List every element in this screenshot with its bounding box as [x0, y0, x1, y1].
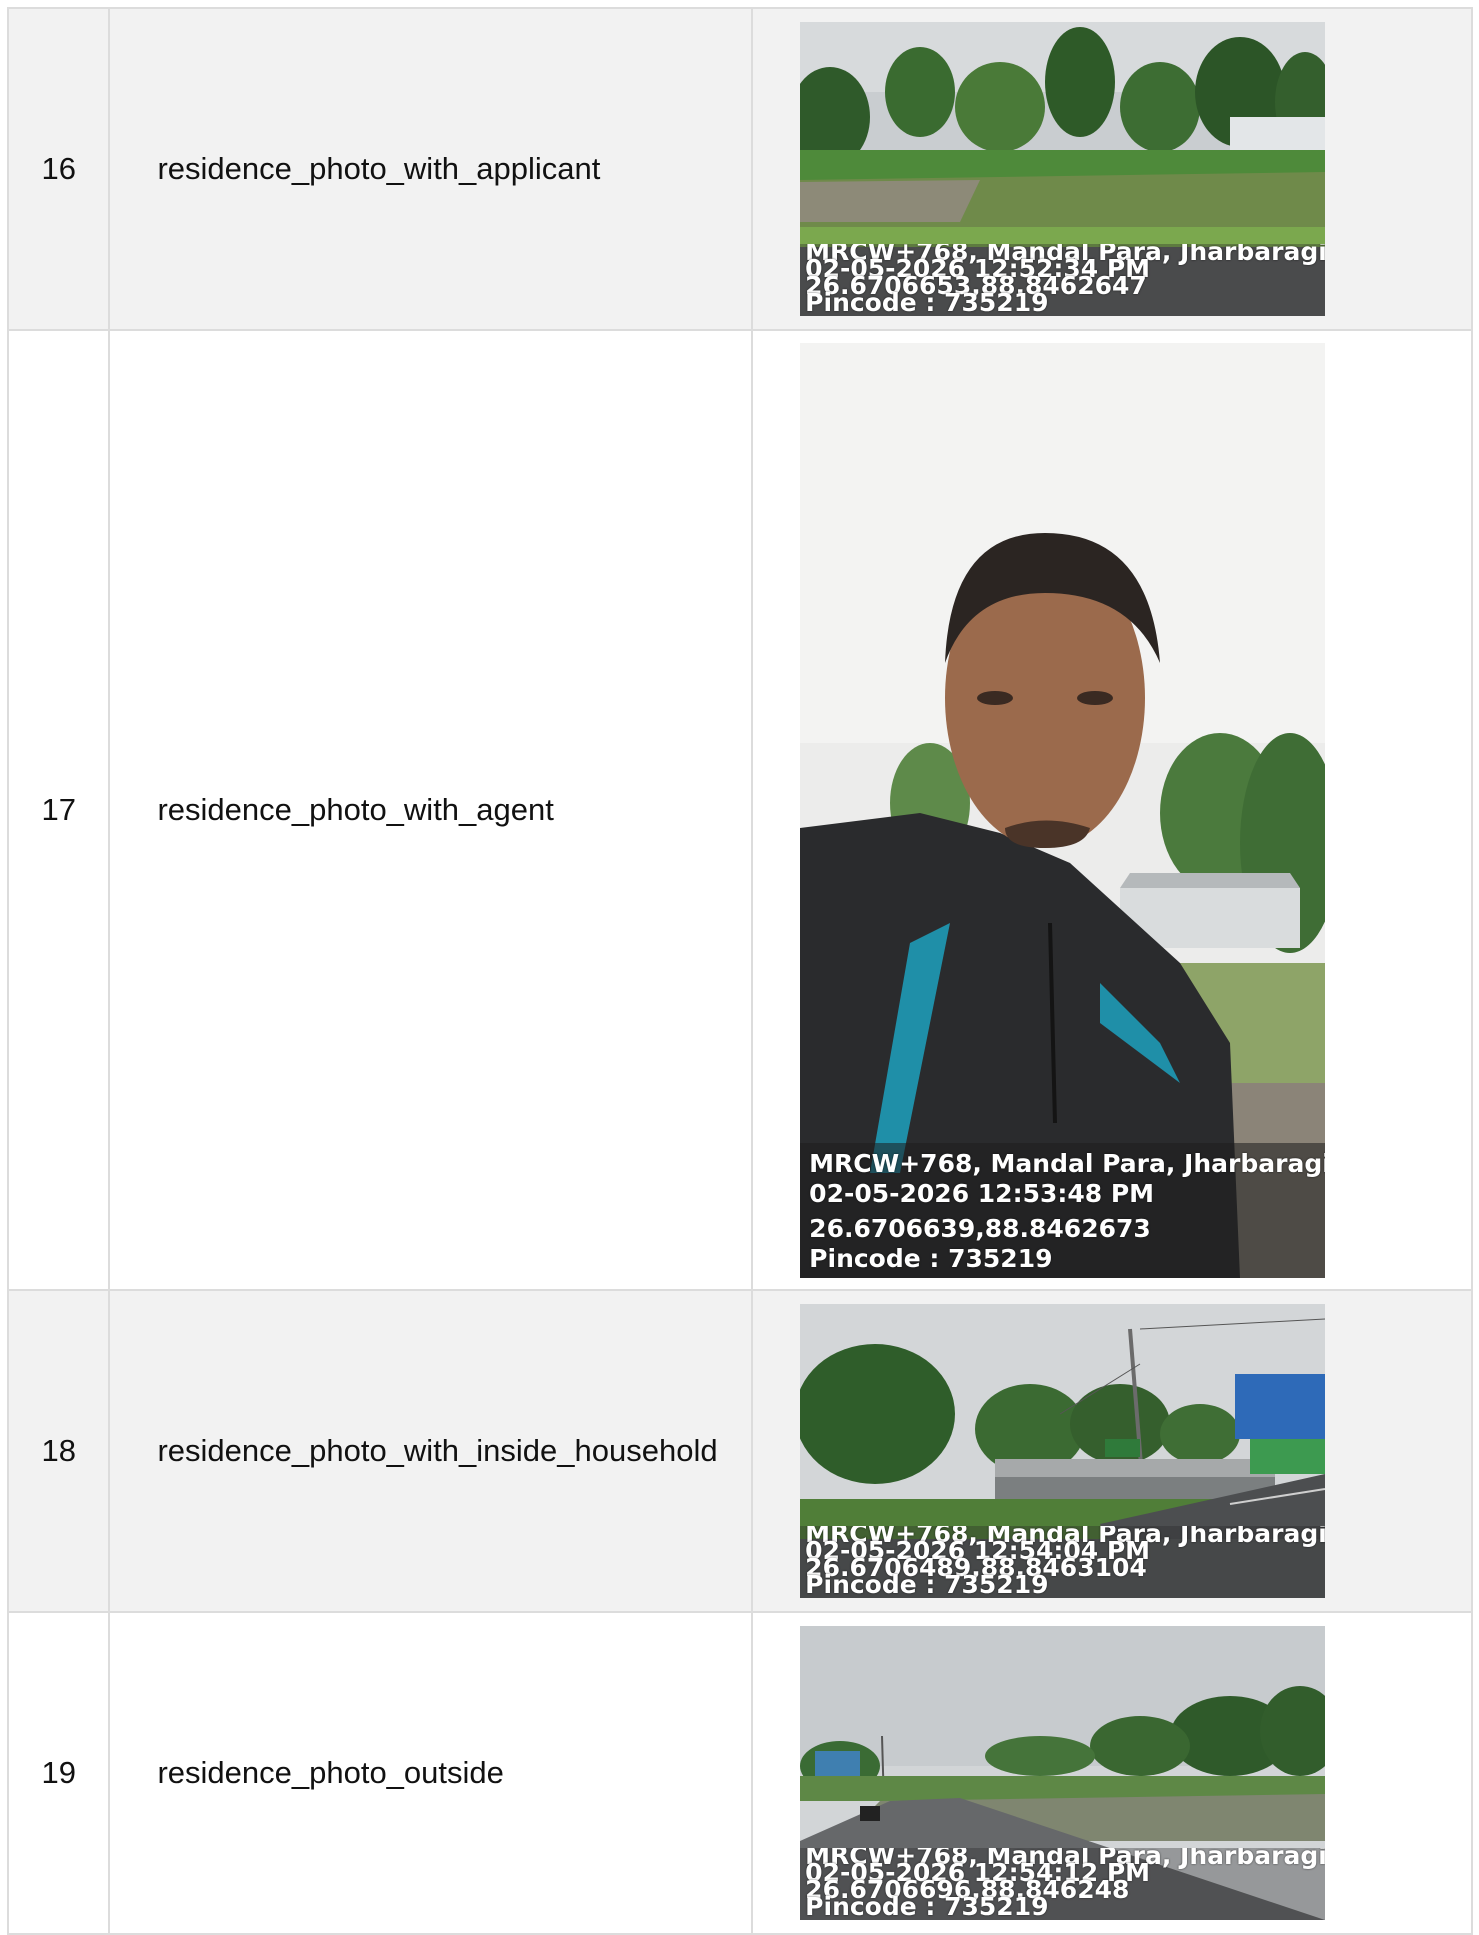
- stamp-address: MRCW+768, Mandal Para, Jharbaragila, Wes: [809, 1148, 1325, 1178]
- row-number: 17: [6, 329, 111, 1291]
- table-row: 16 residence_photo_with_applicant MRCW+7…: [6, 7, 1473, 331]
- residence-photo[interactable]: MRCW+768, Mandal Para, Jharbaragila, Wes…: [800, 1626, 1326, 1920]
- photo-cell: MRCW+768, Mandal Para, Jharbaragila, Wes…: [751, 1611, 1473, 1935]
- photo-cell: MRCW+768, Mandal Para, Jharbaragila, Wes…: [751, 7, 1473, 331]
- geo-stamp: MRCW+768, Mandal Para, Jharbaragila, Wes…: [800, 1526, 1326, 1598]
- photo-cell: MRCW+768, Mandal Para, Jharbaragila, Wes…: [751, 1289, 1473, 1613]
- geo-stamp: MRCW+768, Mandal Para, Jharbaragila, Wes…: [800, 1142, 1326, 1278]
- field-name: residence_photo_with_applicant: [108, 7, 754, 331]
- field-name: residence_photo_with_agent: [108, 329, 754, 1291]
- geo-stamp: MRCW+768, Mandal Para, Jharbaragila, Wes…: [800, 244, 1326, 316]
- residence-photo[interactable]: MRCW+768, Mandal Para, Jharbaragila, Wes…: [800, 22, 1326, 316]
- stamp-pincode: Pincode : 735219: [809, 1243, 1053, 1273]
- row-number: 19: [6, 1611, 111, 1935]
- photo-cell: MRCW+768, Mandal Para, Jharbaragila, Wes…: [751, 329, 1473, 1291]
- field-name: residence_photo_outside: [108, 1611, 754, 1935]
- row-number: 16: [6, 7, 111, 331]
- residence-photo[interactable]: MRCW+768, Mandal Para, Jharbaragila, Wes…: [800, 342, 1326, 1278]
- photo-table: 16 residence_photo_with_applicant MRCW+7…: [6, 7, 1473, 1935]
- photo-image: [800, 342, 1326, 1278]
- geo-stamp: MRCW+768, Mandal Para, Jharbaragila, Wes…: [800, 1848, 1326, 1920]
- residence-photo[interactable]: MRCW+768, Mandal Para, Jharbaragila, Wes…: [800, 1304, 1326, 1598]
- table-row: 19 residence_photo_outside MRCW+768, Man…: [6, 1611, 1473, 1935]
- stamp-coordinates: 26.6706639,88.8462673: [809, 1213, 1151, 1243]
- row-number: 18: [6, 1289, 111, 1613]
- table-row: 17 residence_photo_with_agent MRCW+768, …: [6, 329, 1473, 1291]
- table-row: 18 residence_photo_with_inside_household: [6, 1289, 1473, 1613]
- field-name: residence_photo_with_inside_household: [108, 1289, 754, 1613]
- stamp-datetime: 02-05-2026 12:53:48 PM: [809, 1178, 1155, 1208]
